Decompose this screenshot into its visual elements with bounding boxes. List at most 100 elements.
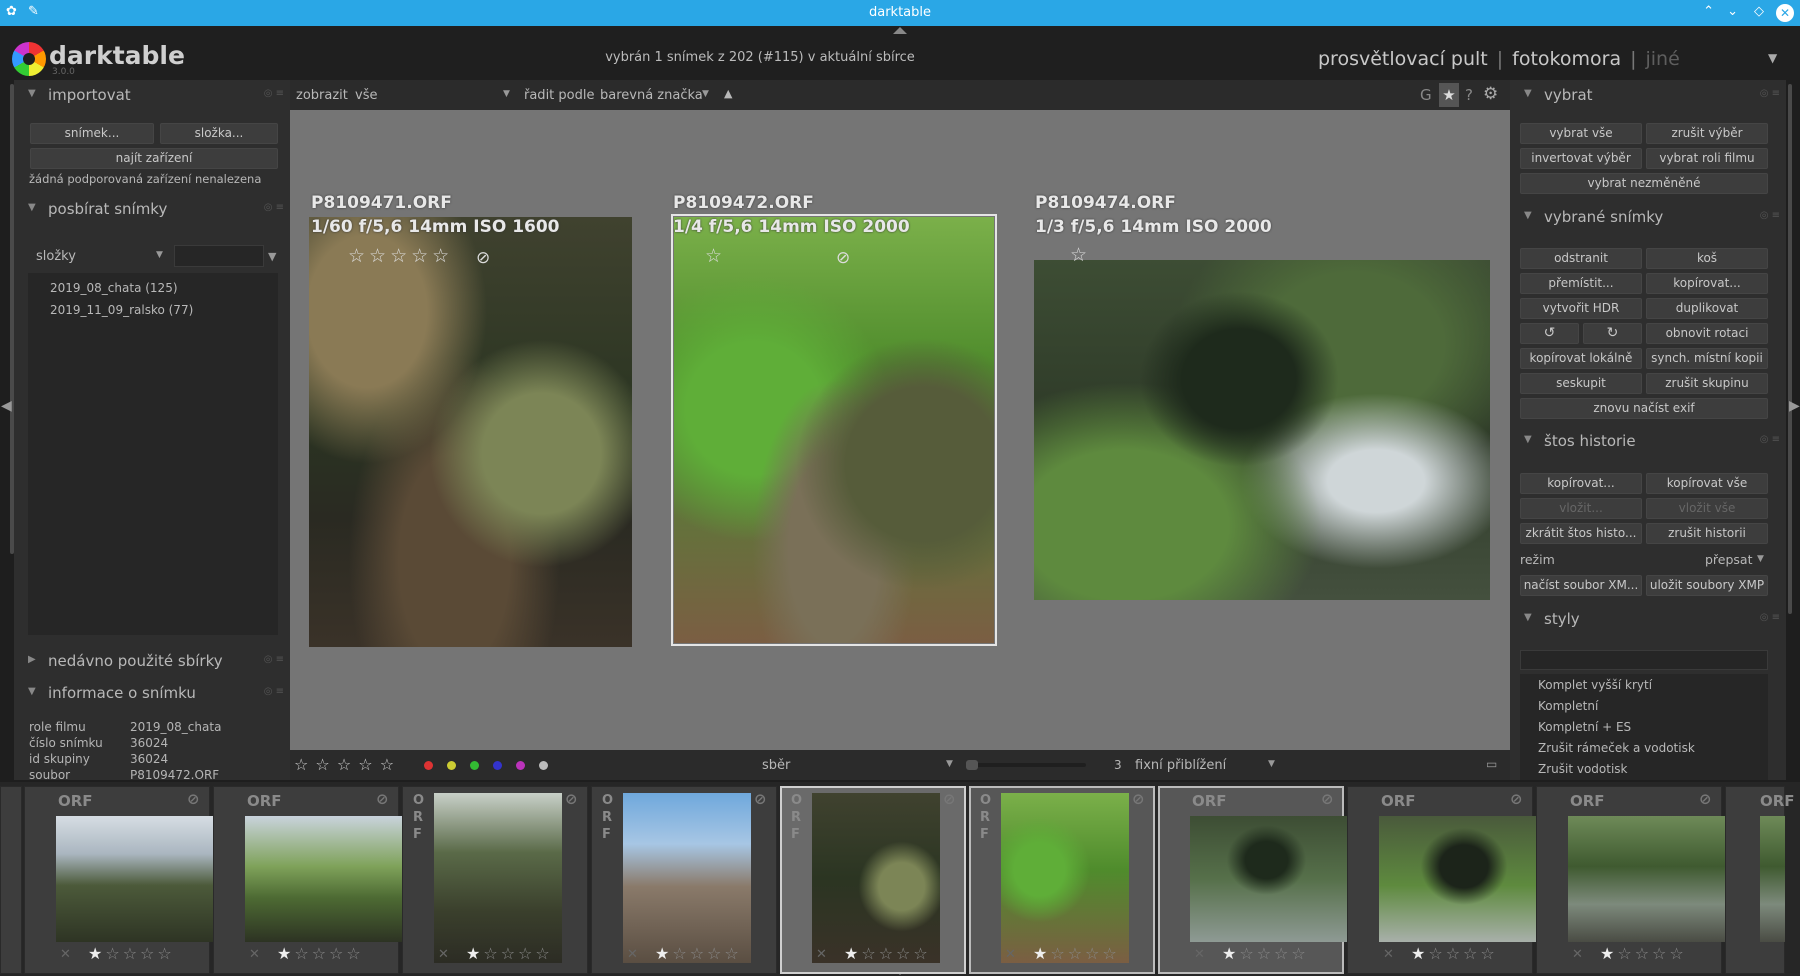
- right-scrollbar[interactable]: [1788, 84, 1792, 614]
- reload-exif-button[interactable]: znovu načíst exif: [1520, 398, 1768, 419]
- copy-button[interactable]: kopírovat...: [1646, 273, 1768, 294]
- color-label-icon[interactable]: ⊘: [1132, 790, 1145, 808]
- show-dropdown-icon[interactable]: ▼: [503, 89, 510, 99]
- module-styles-header[interactable]: ▼ styly ◎ ≡: [1510, 606, 1786, 632]
- filmstrip-rating[interactable]: ★☆☆☆☆: [1222, 944, 1309, 963]
- module-controls-icon[interactable]: ◎ ≡: [1760, 612, 1780, 623]
- color-label-dot[interactable]: [470, 761, 479, 770]
- zoom-slider-track[interactable]: [966, 763, 1086, 767]
- rating-filter-stars[interactable]: ☆ ☆ ☆ ☆ ☆: [294, 755, 395, 774]
- sync-local-copy-button[interactable]: synch. místní kopii: [1646, 348, 1768, 369]
- grouping-icon[interactable]: G: [1420, 86, 1432, 104]
- collection-mode-select[interactable]: sběr: [762, 758, 790, 773]
- module-controls-icon[interactable]: ◎ ≡: [264, 202, 284, 213]
- styles-search-input[interactable]: [1520, 650, 1768, 670]
- ungroup-button[interactable]: zrušit skupinu: [1646, 373, 1768, 394]
- rotate-ccw-icon[interactable]: ↺: [1520, 323, 1579, 344]
- thumbnail-rating[interactable]: ☆: [705, 245, 726, 267]
- thumbnail-rating[interactable]: ☆☆☆☆☆: [348, 245, 453, 267]
- reject-icon[interactable]: ✕: [627, 947, 641, 962]
- thumbnail-image[interactable]: [674, 217, 994, 643]
- keep-above-icon[interactable]: ⌃: [1703, 4, 1714, 19]
- list-item[interactable]: Komplet vyšší krytí: [1538, 678, 1652, 692]
- color-label-icon[interactable]: ⊘: [187, 790, 200, 808]
- reject-icon[interactable]: ✕: [1572, 947, 1586, 962]
- history-paste-button[interactable]: vložit...: [1520, 498, 1642, 519]
- color-label-icon[interactable]: ⊘: [376, 790, 389, 808]
- move-button[interactable]: přemístit...: [1520, 273, 1642, 294]
- reject-icon[interactable]: ✕: [438, 947, 452, 962]
- color-label-dot[interactable]: [493, 761, 502, 770]
- collect-search-input[interactable]: [174, 245, 264, 267]
- filmstrip-image[interactable]: [812, 793, 940, 963]
- sort-select[interactable]: barevná značka: [600, 88, 703, 103]
- zoom-mode-dropdown-icon[interactable]: ▼: [1268, 759, 1275, 769]
- color-label-dot[interactable]: [516, 761, 525, 770]
- view-dropdown-icon[interactable]: ▼: [1768, 51, 1777, 65]
- module-collect-header[interactable]: ▼ posbírat snímky ◎ ≡: [14, 196, 290, 222]
- module-selected-images-header[interactable]: ▼ vybrané snímky ◎ ≡: [1510, 204, 1786, 230]
- reject-icon[interactable]: ✕: [1005, 947, 1019, 962]
- color-label-icon[interactable]: ⊘: [1699, 790, 1712, 808]
- filmstrip-rating[interactable]: ★☆☆☆☆: [1411, 944, 1498, 963]
- filmstrip-rating[interactable]: ★☆☆☆☆: [655, 944, 742, 963]
- list-item[interactable]: 2019_08_chata (125): [50, 281, 178, 295]
- list-item[interactable]: Zrušit vodotisk: [1538, 762, 1628, 776]
- color-label-icon[interactable]: ⊘: [1510, 790, 1523, 808]
- help-icon[interactable]: ?: [1465, 86, 1473, 104]
- list-item[interactable]: 2019_11_09_ralsko (77): [50, 303, 193, 317]
- reset-rotation-button[interactable]: obnovit rotaci: [1646, 323, 1768, 344]
- discard-history-button[interactable]: zrušit historii: [1646, 523, 1768, 544]
- filmstrip-rating[interactable]: ★☆☆☆☆: [277, 944, 364, 963]
- create-hdr-button[interactable]: vytvořit HDR: [1520, 298, 1642, 319]
- filmstrip-rating[interactable]: ★☆☆☆☆: [88, 944, 175, 963]
- color-label-icon[interactable]: ⊘: [754, 790, 767, 808]
- view-other[interactable]: jiné: [1646, 48, 1680, 70]
- reject-icon[interactable]: ✕: [60, 947, 74, 962]
- filmstrip-image[interactable]: [1568, 816, 1738, 942]
- sort-dropdown-icon[interactable]: ▼: [702, 89, 709, 99]
- invert-selection-button[interactable]: invertovat výběr: [1520, 148, 1642, 169]
- import-image-button[interactable]: snímek...: [30, 123, 154, 144]
- maximize-icon[interactable]: ◇: [1754, 4, 1764, 19]
- top-panel-toggle-icon[interactable]: [893, 27, 907, 34]
- sort-direction-icon[interactable]: ▲: [724, 87, 732, 100]
- zoom-value[interactable]: 3: [1114, 758, 1122, 772]
- module-controls-icon[interactable]: ◎ ≡: [264, 686, 284, 697]
- thumbnail-image[interactable]: [1034, 260, 1490, 600]
- view-lighttable[interactable]: prosvětlovací pult: [1318, 48, 1488, 70]
- filmstrip-image[interactable]: [1379, 816, 1549, 942]
- select-all-button[interactable]: vybrat vše: [1520, 123, 1642, 144]
- filmstrip-image[interactable]: [56, 816, 226, 942]
- filter-dropdown-icon[interactable]: ▼: [156, 250, 163, 260]
- reject-icon[interactable]: ✕: [1383, 947, 1397, 962]
- history-copy-button[interactable]: kopírovat...: [1520, 473, 1642, 494]
- history-copy-all-button[interactable]: kopírovat vše: [1646, 473, 1768, 494]
- mode-dropdown-icon[interactable]: ▼: [1757, 554, 1764, 564]
- zoom-mode-select[interactable]: fixní přiblížení: [1135, 758, 1226, 773]
- filmstrip-image[interactable]: [1001, 793, 1129, 963]
- color-label-icon[interactable]: ⊘: [476, 248, 490, 268]
- module-select-header[interactable]: ▼ vybrat ◎ ≡: [1510, 82, 1786, 108]
- filmstrip-image[interactable]: [434, 793, 562, 963]
- history-paste-all-button[interactable]: vložit vše: [1646, 498, 1768, 519]
- collect-filter-select[interactable]: složky: [36, 249, 76, 264]
- overlays-star-icon[interactable]: ★: [1439, 83, 1459, 107]
- module-history-header[interactable]: ▼ štos historie ◎ ≡: [1510, 428, 1786, 454]
- collection-dropdown-icon[interactable]: ▼: [946, 759, 953, 769]
- zoom-slider-handle[interactable]: [966, 760, 978, 770]
- reject-icon[interactable]: ✕: [249, 947, 263, 962]
- thumbnail-image[interactable]: [309, 217, 632, 647]
- filmstrip-thumbnail[interactable]: [0, 786, 22, 974]
- color-label-icon[interactable]: ⊘: [565, 790, 578, 808]
- color-label-icon[interactable]: ⊘: [943, 790, 956, 808]
- color-label-dot[interactable]: [424, 761, 433, 770]
- module-info-header[interactable]: ▼ informace o snímku ◎ ≡: [14, 680, 290, 706]
- group-button[interactable]: seskupit: [1520, 373, 1642, 394]
- preferences-gear-icon[interactable]: ⚙: [1483, 84, 1498, 104]
- filmstrip-image[interactable]: [1760, 816, 1785, 942]
- filmstrip-image[interactable]: [1190, 816, 1360, 942]
- show-filter-select[interactable]: vše: [355, 88, 377, 103]
- color-label-dot[interactable]: [539, 761, 548, 770]
- list-item[interactable]: Kompletní: [1538, 699, 1598, 713]
